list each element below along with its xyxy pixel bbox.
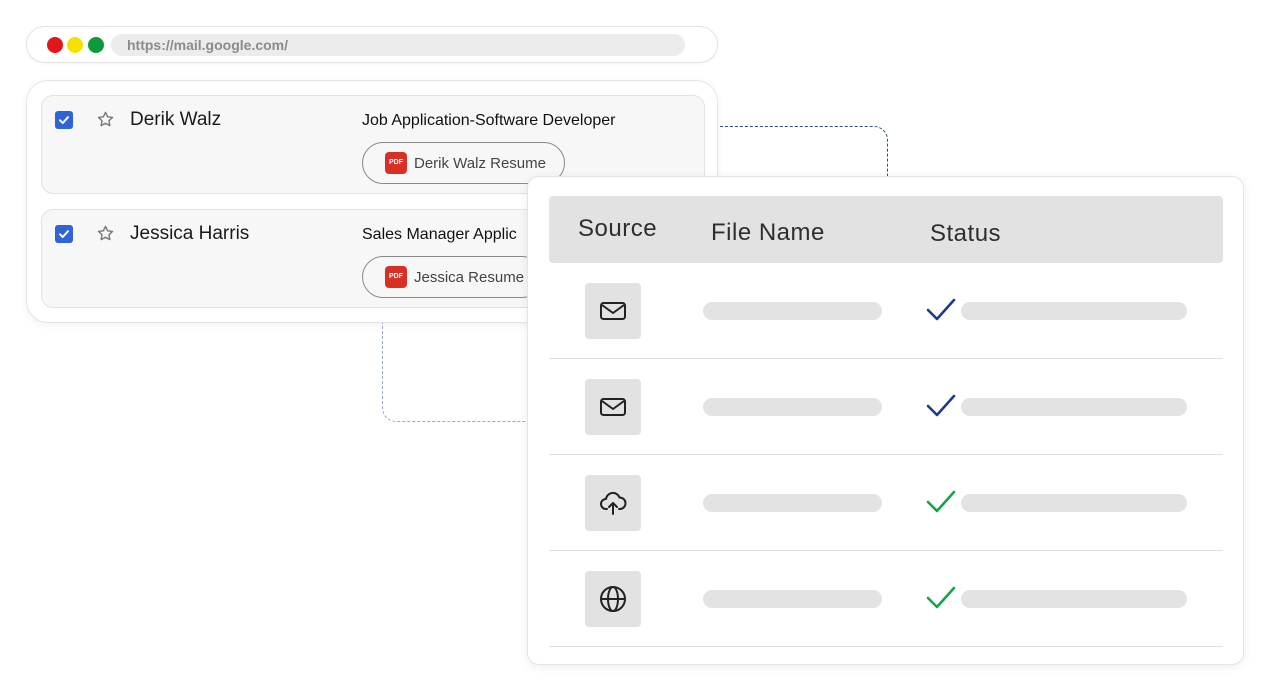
file-name-placeholder — [703, 494, 882, 512]
check-icon — [926, 586, 956, 609]
window-close-dot[interactable] — [47, 37, 63, 53]
email-sender: Derik Walz — [130, 109, 222, 130]
check-icon — [926, 490, 956, 513]
mail-icon — [600, 398, 626, 416]
source-tile — [585, 379, 641, 435]
file-name-placeholder — [703, 590, 882, 608]
check-icon — [926, 394, 956, 417]
status-placeholder — [961, 302, 1187, 320]
dashed-connector-bottom — [382, 318, 532, 422]
star-icon[interactable] — [96, 110, 115, 129]
email-checkbox[interactable] — [55, 225, 73, 243]
url-field[interactable]: https://mail.google.com/ — [111, 34, 685, 56]
attachment-label: Jessica Resume — [414, 268, 525, 286]
attachment-chip[interactable]: PDF Jessica Resume — [362, 256, 544, 298]
table-row[interactable] — [549, 359, 1223, 455]
column-header-file-name: File Name — [711, 219, 825, 246]
file-name-placeholder — [703, 302, 882, 320]
email-subject: Job Application-Software Developer — [362, 112, 616, 129]
source-tile — [585, 571, 641, 627]
table-row[interactable] — [549, 263, 1223, 359]
mail-icon — [600, 302, 626, 320]
pdf-icon: PDF — [385, 152, 407, 174]
cloud-upload-icon — [600, 491, 627, 515]
star-icon[interactable] — [96, 224, 115, 243]
check-icon — [926, 298, 956, 321]
browser-address-bar: https://mail.google.com/ — [26, 26, 718, 63]
window-minimize-dot[interactable] — [67, 37, 83, 53]
status-placeholder — [961, 398, 1187, 416]
column-header-source: Source — [578, 215, 658, 242]
column-header-status: Status — [930, 220, 1002, 247]
globe-icon — [600, 586, 626, 612]
file-name-placeholder — [703, 398, 882, 416]
table-header: Source File Name Status — [549, 196, 1223, 263]
table-row[interactable] — [549, 455, 1223, 551]
email-subject: Sales Manager Applic — [362, 226, 517, 243]
email-sender: Jessica Harris — [130, 223, 250, 244]
table-row[interactable] — [549, 551, 1223, 647]
window-maximize-dot[interactable] — [88, 37, 104, 53]
status-placeholder — [961, 590, 1187, 608]
status-placeholder — [961, 494, 1187, 512]
file-table-card: Source File Name Status — [527, 176, 1244, 665]
source-tile — [585, 283, 641, 339]
attachment-label: Derik Walz Resume — [414, 154, 546, 172]
source-tile — [585, 475, 641, 531]
pdf-icon: PDF — [385, 266, 407, 288]
email-checkbox[interactable] — [55, 111, 73, 129]
